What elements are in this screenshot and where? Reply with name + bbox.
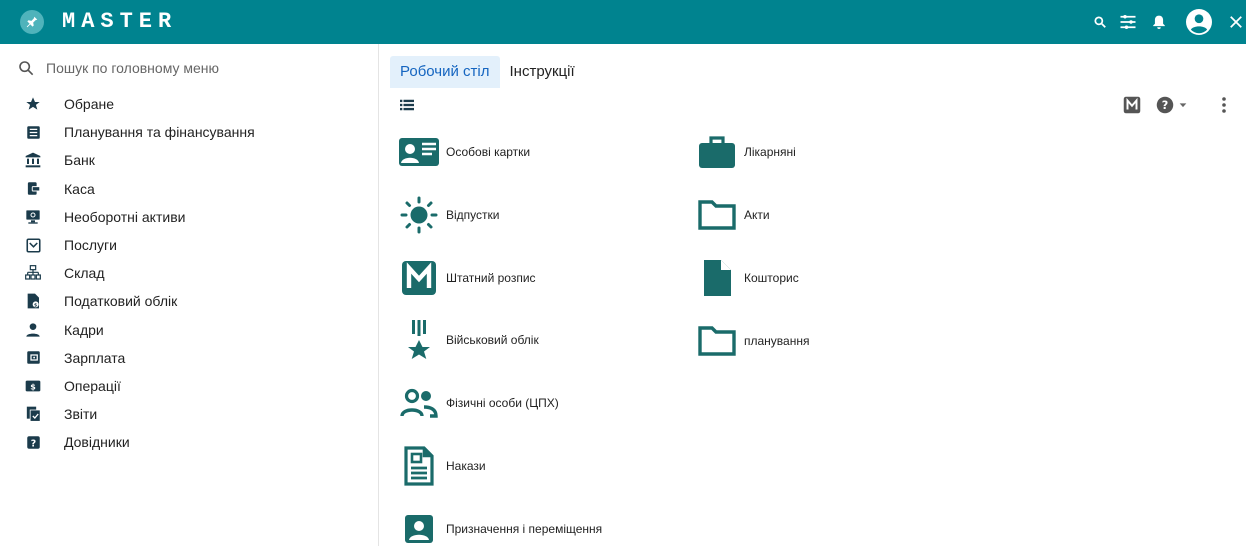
close-icon[interactable] [1226, 0, 1246, 44]
sidebar-item-personnel[interactable]: Кадри [0, 316, 378, 344]
sidebar-item-cash[interactable]: Каса [0, 175, 378, 203]
briefcase-icon [696, 132, 738, 172]
top-bar: MASTER [0, 0, 1246, 44]
star-icon [24, 95, 42, 113]
folder-outline-icon [696, 195, 738, 235]
sidebar-item-tax[interactable]: $ Податковий облік [0, 287, 378, 315]
search-icon[interactable] [1090, 0, 1110, 44]
tile-vacations[interactable]: Відпустки [398, 195, 499, 235]
inbox-icon [24, 236, 42, 254]
folder-outline-icon [696, 321, 738, 361]
account-box-icon [398, 509, 440, 549]
sidebar-item-reports[interactable]: Звіти [0, 400, 378, 428]
search-input[interactable] [44, 59, 348, 77]
sidebar-menu: Обране Планування та фінансування Банк К… [0, 90, 378, 456]
help-circle-icon: ? [1156, 96, 1174, 114]
sidebar-item-references[interactable]: ? Довідники [0, 428, 378, 456]
cash-register-icon [24, 180, 42, 198]
list-alt-icon [24, 123, 42, 141]
sidebar-item-warehouse[interactable]: Склад [0, 259, 378, 287]
tax-file-icon: $ [24, 292, 42, 310]
help-box-icon: ? [24, 433, 42, 451]
svg-text:?: ? [30, 438, 35, 449]
medal-icon [398, 320, 440, 360]
tile-planning[interactable]: планування [696, 321, 809, 361]
report-check-icon [24, 405, 42, 423]
svg-text:$: $ [34, 303, 37, 309]
search-bar [18, 56, 348, 80]
file-icon [696, 258, 738, 298]
sidebar-item-favorites[interactable]: Обране [0, 90, 378, 118]
sidebar: Обране Планування та фінансування Банк К… [0, 44, 379, 546]
svg-text:?: ? [1162, 99, 1169, 112]
sitemap-icon [24, 264, 42, 282]
sidebar-item-operations[interactable]: $ Операції [0, 372, 378, 400]
tile-staffing[interactable]: Штатний розпис [398, 258, 536, 298]
more-vert-icon[interactable] [1218, 95, 1230, 115]
tile-sick-leave[interactable]: Лікарняні [696, 132, 796, 172]
tile-estimate[interactable]: Кошторис [696, 258, 799, 298]
tile-military[interactable]: Військовий облік [398, 320, 539, 360]
tile-personal-cards[interactable]: Особові картки [398, 132, 530, 172]
pin-logo-icon[interactable] [20, 10, 44, 34]
sidebar-item-salary[interactable]: Зарплата [0, 344, 378, 372]
sun-icon [398, 195, 440, 235]
tile-individuals[interactable]: Фізичні особи (ЦПХ) [398, 383, 559, 423]
wallet-icon [24, 349, 42, 367]
bell-icon[interactable] [1148, 0, 1170, 44]
dollar-box-icon: $ [24, 377, 42, 395]
search-icon [19, 61, 34, 76]
filter-list-icon[interactable] [1116, 0, 1140, 44]
sidebar-item-bank[interactable]: Банк [0, 146, 378, 174]
caret-down-icon [1179, 103, 1187, 108]
bank-icon [24, 151, 42, 169]
monitor-icon [24, 208, 42, 226]
list-view-icon[interactable] [398, 96, 416, 114]
people-icon [398, 383, 440, 423]
tile-appointments[interactable]: Призначення і переміщення [398, 509, 602, 549]
person-icon [24, 321, 42, 339]
tab-desktop[interactable]: Робочий стіл [390, 56, 500, 88]
sidebar-item-fixed-assets[interactable]: Необоротні активи [0, 203, 378, 231]
document-icon [398, 446, 440, 486]
svg-text:$: $ [30, 382, 36, 391]
id-card-icon [398, 132, 440, 172]
m-badge-icon[interactable] [1122, 95, 1142, 115]
sidebar-item-services[interactable]: Послуги [0, 231, 378, 259]
tab-instructions[interactable]: Інструкції [500, 56, 585, 88]
tab-bar: Робочий стіл Інструкції [390, 56, 585, 88]
sidebar-item-planning[interactable]: Планування та фінансування [0, 118, 378, 146]
main-panel: Робочий стіл Інструкції ? Особові картки… [384, 44, 1246, 546]
m-logo-icon [398, 258, 440, 298]
tile-orders[interactable]: Накази [398, 446, 486, 486]
help-dropdown[interactable]: ? [1154, 95, 1190, 115]
app-title: MASTER [62, 9, 178, 34]
tile-acts[interactable]: Акти [696, 195, 770, 235]
account-circle-icon[interactable] [1184, 0, 1214, 44]
